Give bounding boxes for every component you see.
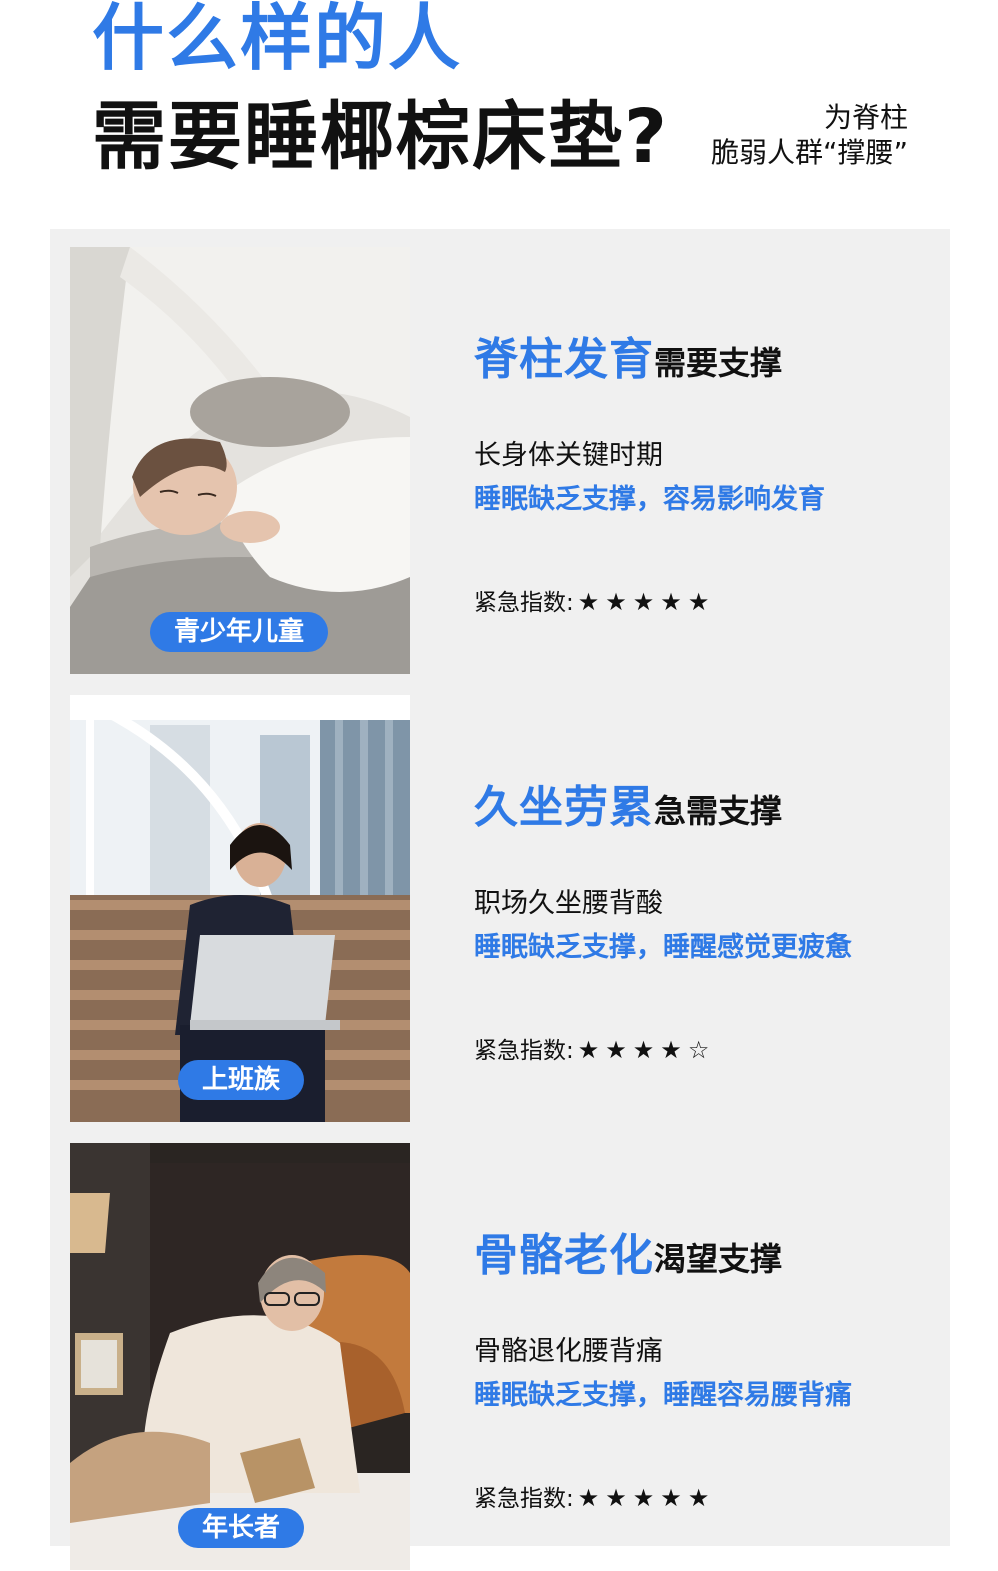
- rating-label: 紧急指数:: [474, 1486, 574, 1512]
- rating-label: 紧急指数:: [474, 1038, 574, 1064]
- heading-main: 骨骼老化: [474, 1230, 654, 1281]
- heading-main: 久坐劳累: [474, 782, 654, 833]
- card-children: 青少年儿童 脊柱发育需要支撑 长身体关键时期 睡眠缺乏支撑，容易影响发育 紧急指…: [70, 247, 950, 675]
- star-icons: ★★★★★: [577, 588, 716, 616]
- subtitle-line-1: 为脊柱: [823, 101, 908, 134]
- tag-office-workers: 上班族: [178, 1060, 305, 1100]
- heading-main: 脊柱发育: [474, 334, 654, 385]
- description-line-2: 睡眠缺乏支撑，容易影响发育: [474, 484, 825, 515]
- heading-sub: 需要支撑: [654, 344, 783, 382]
- star-icons: ★★★★☆: [577, 1036, 716, 1064]
- card-heading: 脊柱发育需要支撑: [474, 323, 782, 387]
- card-text: 骨骼老化渴望支撑 骨骼退化腰背痛 睡眠缺乏支撑，睡醒容易腰背痛 紧急指数: ★★★…: [474, 1143, 944, 1571]
- description-line-2: 睡眠缺乏支撑，睡醒感觉更疲惫: [474, 932, 852, 963]
- card-office-workers: 上班族 久坐劳累急需支撑 职场久坐腰背酸 睡眠缺乏支撑，睡醒感觉更疲惫 紧急指数…: [70, 695, 950, 1123]
- tag-children: 青少年儿童: [150, 612, 329, 652]
- urgency-rating: 紧急指数: ★★★★☆: [474, 1031, 715, 1065]
- description-line-1: 长身体关键时期: [474, 440, 663, 471]
- heading-sub: 急需支撑: [654, 792, 783, 830]
- urgency-rating: 紧急指数: ★★★★★: [474, 1479, 715, 1513]
- card-heading: 骨骼老化渴望支撑: [474, 1219, 782, 1283]
- subtitle: 为脊柱 脆弱人群“撑腰”: [711, 100, 908, 170]
- description-line-1: 职场久坐腰背酸: [474, 888, 663, 919]
- title-line-2: 需要睡椰棕床垫?: [92, 94, 669, 180]
- description-line-1: 骨骼退化腰背痛: [474, 1336, 663, 1367]
- card-heading: 久坐劳累急需支撑: [474, 771, 782, 835]
- subtitle-line-2: 脆弱人群“撑腰”: [710, 136, 908, 169]
- tag-elderly: 年长者: [178, 1508, 305, 1548]
- child-sleeping-in-tent-image: 青少年儿童: [70, 247, 410, 674]
- office-worker-with-laptop-on-stairs-image: 上班族: [70, 695, 410, 1122]
- heading-sub: 渴望支撑: [654, 1240, 783, 1278]
- card-text: 久坐劳累急需支撑 职场久坐腰背酸 睡眠缺乏支撑，睡醒感觉更疲惫 紧急指数: ★★★…: [474, 695, 944, 1123]
- urgency-rating: 紧急指数: ★★★★★: [474, 583, 715, 617]
- rating-label: 紧急指数:: [474, 590, 574, 616]
- card-text: 脊柱发育需要支撑 长身体关键时期 睡眠缺乏支撑，容易影响发育 紧急指数: ★★★★…: [474, 247, 944, 675]
- elderly-woman-reading-in-bed-image: 年长者: [70, 1143, 410, 1570]
- card-elderly: 年长者 骨骼老化渴望支撑 骨骼退化腰背痛 睡眠缺乏支撑，睡醒容易腰背痛 紧急指数…: [70, 1143, 950, 1571]
- title-line-1: 什么样的人: [92, 0, 463, 80]
- content-panel: 青少年儿童 脊柱发育需要支撑 长身体关键时期 睡眠缺乏支撑，容易影响发育 紧急指…: [50, 229, 950, 1570]
- star-icons: ★★★★★: [577, 1484, 716, 1512]
- description-line-2: 睡眠缺乏支撑，睡醒容易腰背痛: [474, 1380, 852, 1411]
